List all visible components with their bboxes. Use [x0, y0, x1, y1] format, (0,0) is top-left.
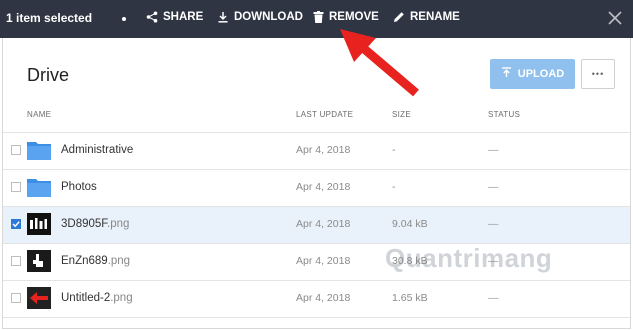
row-checkbox[interactable]: [11, 182, 21, 192]
column-header-name: NAME: [27, 110, 52, 119]
file-status: —: [488, 181, 499, 193]
table-row[interactable]: Administrative Apr 4, 2018 - —: [3, 133, 630, 169]
file-name[interactable]: Photos: [61, 181, 97, 193]
file-name[interactable]: EnZn689.png: [61, 255, 130, 267]
row-checkbox[interactable]: [11, 145, 21, 155]
page-title: Drive: [27, 65, 70, 85]
file-name[interactable]: Administrative: [61, 144, 133, 156]
share-label: SHARE: [163, 11, 204, 23]
trash-icon: [313, 11, 324, 23]
download-button[interactable]: DOWNLOAD: [217, 11, 303, 23]
column-header-last-update: LAST UPDATE: [296, 110, 354, 119]
remove-button[interactable]: REMOVE: [313, 11, 379, 23]
image-thumbnail: [27, 213, 51, 235]
file-date: Apr 4, 2018: [296, 292, 351, 304]
file-date: Apr 4, 2018: [296, 144, 351, 156]
more-options-button[interactable]: •••: [581, 59, 615, 89]
drive-panel: Drive UPLOAD ••• NAME LAST UPDATE SIZE S…: [2, 38, 631, 329]
image-thumbnail: [27, 287, 51, 309]
column-header-size: SIZE: [392, 110, 411, 119]
watermark: Quantrimang: [385, 243, 553, 273]
file-size: -: [392, 181, 396, 193]
download-label: DOWNLOAD: [234, 11, 303, 23]
rename-button[interactable]: RENAME: [393, 11, 460, 23]
image-thumbnail: [27, 250, 51, 272]
rename-label: RENAME: [410, 11, 460, 23]
folder-icon: [27, 139, 51, 161]
file-status: —: [488, 144, 499, 156]
row-checkbox[interactable]: [11, 256, 21, 266]
file-status: —: [488, 218, 499, 230]
upload-label: UPLOAD: [517, 68, 565, 80]
remove-label: REMOVE: [329, 11, 379, 23]
upload-button[interactable]: UPLOAD: [490, 59, 575, 89]
file-size: 9.04 kB: [392, 218, 428, 230]
file-size: 1.65 kB: [392, 292, 428, 304]
file-date: Apr 4, 2018: [296, 218, 351, 230]
file-name[interactable]: Untitled-2.png: [61, 292, 133, 304]
file-date: Apr 4, 2018: [296, 181, 351, 193]
row-checkbox[interactable]: [11, 293, 21, 303]
more-icon: •••: [591, 69, 605, 79]
column-header-status: STATUS: [488, 110, 521, 119]
file-name[interactable]: 3D8905F.png: [61, 218, 129, 230]
table-row[interactable]: Untitled-2.png Apr 4, 2018 1.65 kB —: [3, 281, 630, 317]
download-icon: [217, 11, 229, 23]
share-icon: [146, 11, 158, 23]
selection-toolbar: 1 item selected SHARE DOWNLOAD REMOVE RE…: [0, 0, 633, 38]
close-icon[interactable]: [605, 8, 625, 28]
table-row-selected[interactable]: 3D8905F.png Apr 4, 2018 9.04 kB —: [3, 207, 630, 243]
selection-count: 1 item selected: [6, 11, 93, 25]
pencil-icon: [393, 11, 405, 23]
file-size: -: [392, 144, 396, 156]
folder-icon: [27, 176, 51, 198]
file-status: —: [488, 292, 499, 304]
table-row[interactable]: Photos Apr 4, 2018 - —: [3, 170, 630, 206]
share-button[interactable]: SHARE: [146, 11, 203, 23]
separator-dot: [122, 17, 126, 21]
file-date: Apr 4, 2018: [296, 255, 351, 267]
upload-icon: [501, 67, 512, 81]
row-divider: [3, 317, 630, 318]
row-checkbox-checked[interactable]: [11, 219, 21, 229]
